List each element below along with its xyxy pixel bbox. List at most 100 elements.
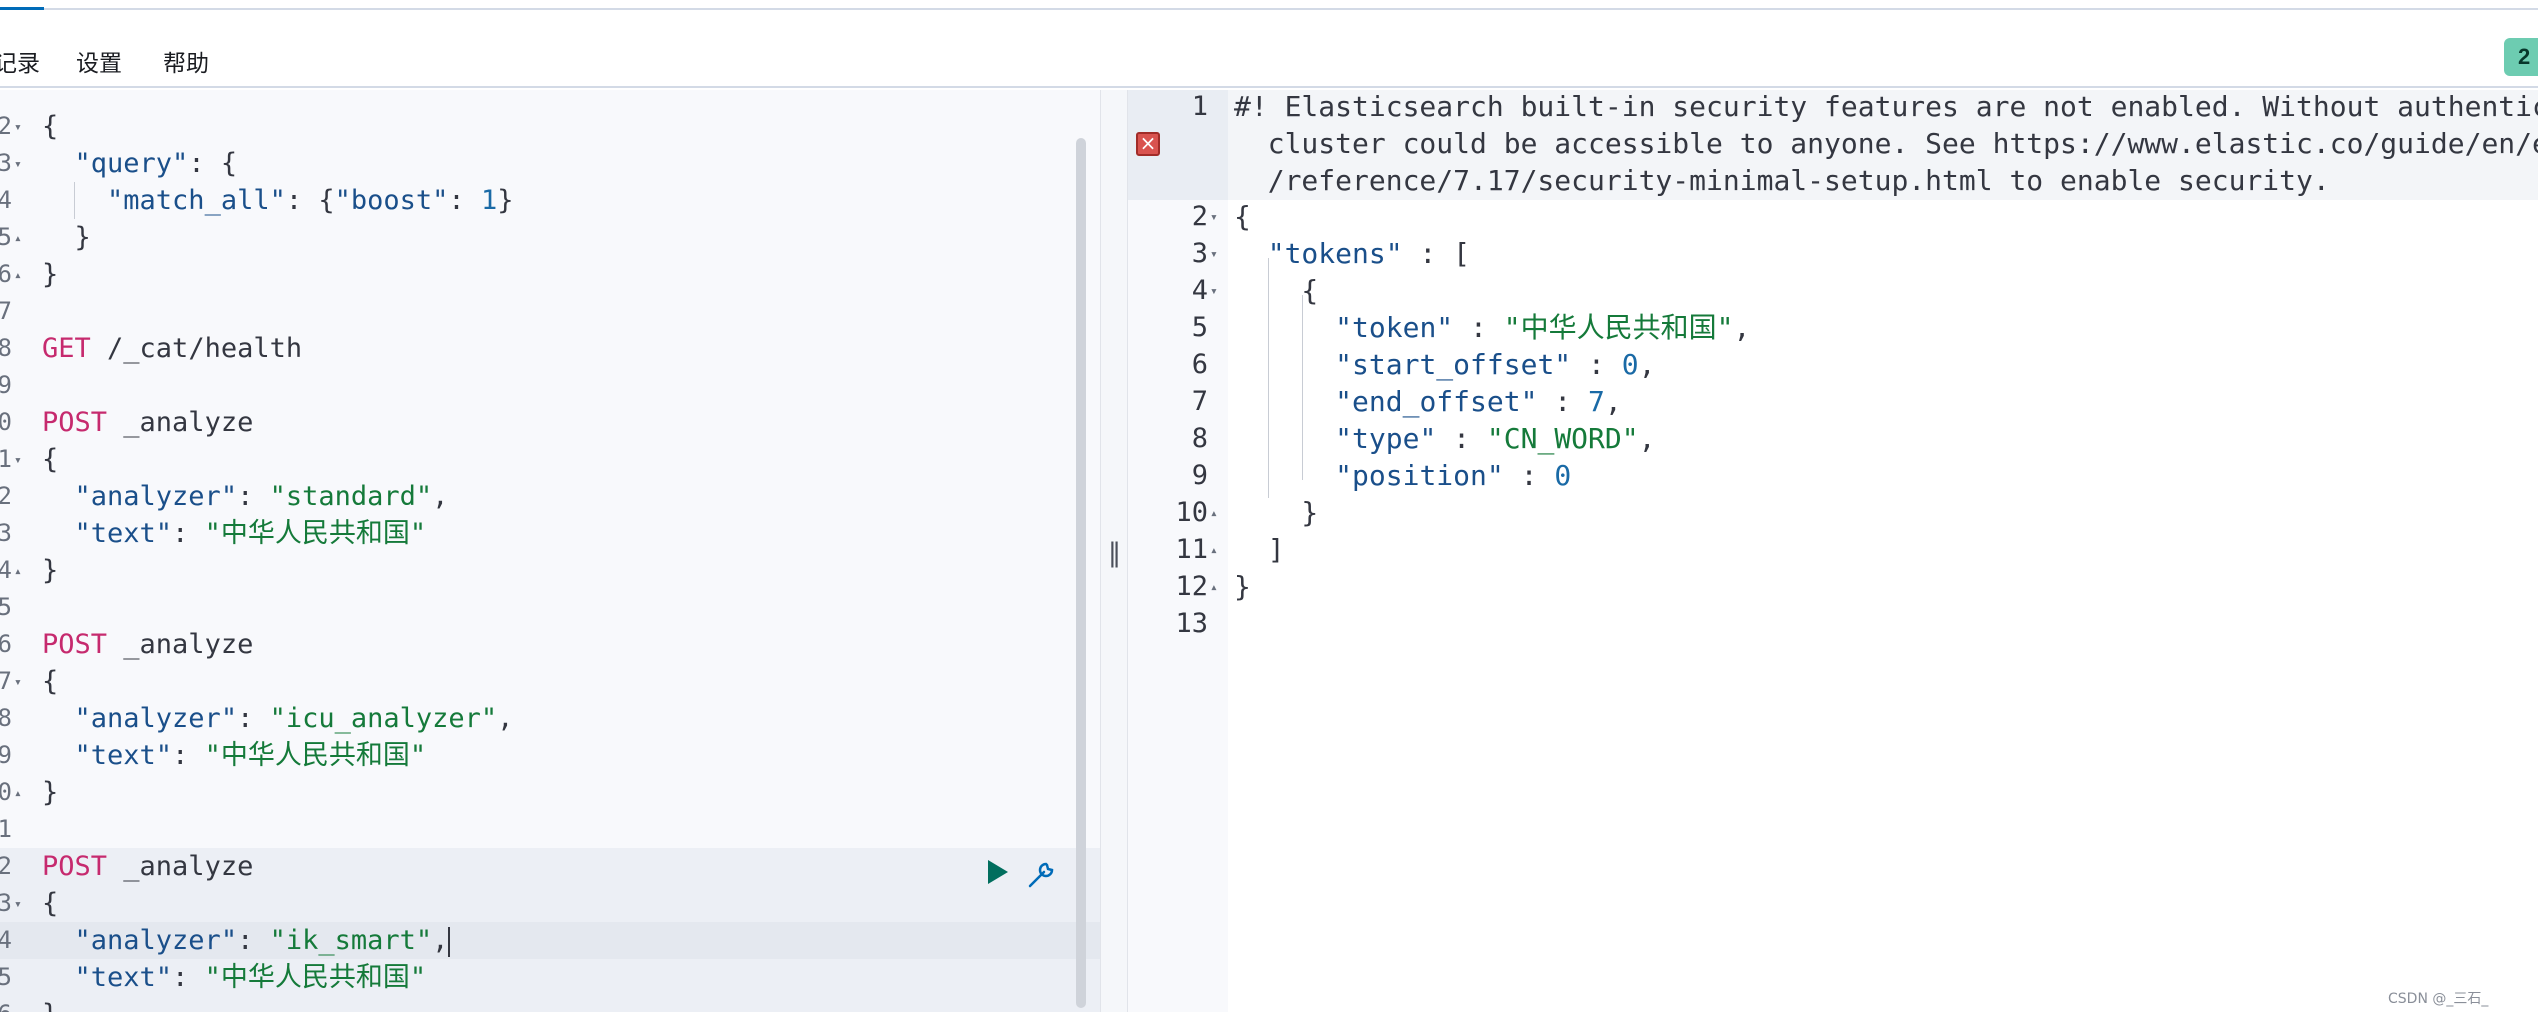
warning-text: cluster could be accessible to anyone. S… <box>1267 127 2538 160</box>
tab-strip <box>0 0 2538 10</box>
fold-toggle-icon[interactable]: ▾ <box>1210 273 1218 310</box>
code-text: { <box>1234 274 1319 307</box>
code-text: } <box>1234 496 1319 529</box>
indent-guide <box>74 182 75 219</box>
play-icon[interactable] <box>988 860 1008 884</box>
code-text: { <box>1234 200 1251 233</box>
line-number: 8 <box>0 704 12 732</box>
indent-guide <box>1268 258 1269 498</box>
editor-line[interactable]: 2 POST _analyze <box>0 848 1100 885</box>
response-line: 3 ▾ "tokens" : [ <box>1128 235 2538 272</box>
warning-text: /reference/7.17/security-minimal-setup.h… <box>1234 164 2330 197</box>
editor-line[interactable]: 7 ▾ { <box>0 663 1100 700</box>
line-number: 8 <box>1191 423 1208 454</box>
response-line: 6 "start_offset" : 0, <box>1128 346 2538 383</box>
response-line: 5 "token" : "中华人民共和国", <box>1128 309 2538 346</box>
editor-line[interactable]: 9 "text": "中华人民共和国" <box>0 737 1100 774</box>
fold-toggle-icon[interactable]: ▾ <box>14 664 22 701</box>
editor-line[interactable]: 3 ▾ "query": { <box>0 145 1100 182</box>
fold-toggle-icon[interactable]: ▴ <box>14 220 22 257</box>
editor-line[interactable]: 5 <box>0 589 1100 626</box>
settings-menu[interactable]: 设置 <box>76 44 122 78</box>
editor-scrollbar[interactable] <box>1076 138 1086 1008</box>
line-number: 13 <box>1175 608 1208 639</box>
line-number: 9 <box>0 371 12 399</box>
editor-line[interactable]: 0 POST _analyze <box>0 404 1100 441</box>
fold-toggle-icon[interactable]: ▴ <box>14 775 22 812</box>
warning-line: 1 #! Elasticsearch built-in security feat… <box>1128 90 2538 125</box>
code-text: } <box>42 996 58 1012</box>
fold-toggle-icon[interactable]: ▾ <box>1210 236 1218 273</box>
code-text: "start_offset" : 0, <box>1335 348 1656 381</box>
editor-line[interactable]: 3 "text": "中华人民共和国" <box>0 515 1100 552</box>
editor-line[interactable]: 4 "match_all": {"boost": 1} <box>0 182 1100 219</box>
editor-line[interactable]: 2 ▾ { <box>0 108 1100 145</box>
line-number: 0 <box>0 778 12 806</box>
fold-toggle-icon[interactable]: ▴ <box>14 553 22 590</box>
history-menu[interactable]: 记录 <box>0 44 40 78</box>
editor-line[interactable]: 6▴} <box>0 256 1100 293</box>
indent-guide <box>1302 295 1303 480</box>
line-number: 0 <box>0 408 12 436</box>
editor-line[interactable]: 8 "analyzer": "icu_analyzer", <box>0 700 1100 737</box>
code-text: POST _analyze <box>42 629 254 660</box>
editor-line[interactable]: 5 ▴ } <box>0 219 1100 256</box>
editor-line[interactable]: 8 GET /_cat/health <box>0 330 1100 367</box>
editor-line[interactable]: 1 <box>0 811 1100 848</box>
code-text: } <box>42 259 59 290</box>
code-text: } <box>42 555 59 586</box>
line-number: 10 <box>1175 497 1208 528</box>
editor-line[interactable]: 6▴} <box>0 996 1100 1012</box>
active-tab-indicator <box>0 0 44 10</box>
line-number: 5 <box>0 223 12 251</box>
response-line: 8 "type" : "CN_WORD", <box>1128 420 2538 457</box>
fold-toggle-icon[interactable]: ▴ <box>14 997 22 1012</box>
line-number: 1 <box>0 815 12 843</box>
fold-toggle-icon[interactable]: ▾ <box>14 886 22 923</box>
fold-toggle-icon[interactable]: ▾ <box>14 442 22 479</box>
help-menu[interactable]: 帮助 <box>163 44 209 78</box>
fold-toggle-icon[interactable]: ▾ <box>14 146 22 183</box>
editor-line[interactable]: 2 "analyzer": "standard", <box>0 478 1100 515</box>
line-number: 12 <box>1175 571 1208 602</box>
line-number: 7 <box>0 667 12 695</box>
wrench-icon[interactable] <box>1024 856 1060 892</box>
fold-toggle-icon[interactable]: ▴ <box>1210 495 1218 532</box>
line-number: 3 <box>0 889 12 917</box>
request-editor[interactable]: 2 ▾{3 ▾ "query": {4 "match_all": {"boost":… <box>0 90 1100 1012</box>
editor-line[interactable]: 1 ▾ { <box>0 441 1100 478</box>
fold-toggle-icon[interactable]: ▴ <box>1210 532 1218 569</box>
editor-line[interactable]: 7 <box>0 293 1100 330</box>
line-number: 5 <box>0 593 12 621</box>
response-line: 2 ▾ { <box>1128 198 2538 235</box>
fold-toggle-icon[interactable]: ▴ <box>14 257 22 294</box>
editor-line[interactable]: 3 ▾ { <box>0 885 1100 922</box>
editor-line[interactable]: 9 <box>0 367 1100 404</box>
code-text: { <box>42 444 59 475</box>
fold-toggle-icon[interactable]: ▾ <box>14 109 22 146</box>
line-number: 5 <box>1191 312 1208 343</box>
line-number: 2 <box>0 852 12 880</box>
code-text: "analyzer": "ik_smart", <box>74 925 451 957</box>
watermark: CSDN @_三石_ <box>2388 991 2489 1007</box>
editor-line[interactable]: 4 "analyzer": "ik_smart", <box>0 922 1100 959</box>
console-toolbar: 记录 设置 帮助 2 <box>0 10 2538 88</box>
editor-line[interactable]: 0 ▴} <box>0 774 1100 811</box>
line-number: 9 <box>0 741 12 769</box>
pane-resizer[interactable]: ‖ <box>1100 90 1128 1012</box>
editor-line[interactable]: 4 ▴} <box>0 552 1100 589</box>
editor-line[interactable]: 6 POST _analyze <box>0 626 1100 663</box>
code-text: "text": "中华人民共和国" <box>74 962 427 993</box>
code-text: "position" : 0 <box>1335 459 1572 492</box>
code-text: ] <box>1234 533 1285 566</box>
editor-line[interactable]: 5 "text": "中华人民共和国" <box>0 959 1100 996</box>
fold-toggle-icon[interactable]: ▴ <box>1210 569 1218 606</box>
fold-toggle-icon[interactable]: ▾ <box>1210 199 1218 236</box>
warning-text: #! Elasticsearch built-in security featu… <box>1234 90 2538 123</box>
code-text: "tokens" : [ <box>1267 237 1471 270</box>
line-number: 4 <box>0 926 12 954</box>
line-number: 6 <box>1191 349 1208 380</box>
line-number: 11 <box>1175 534 1208 565</box>
code-text: "match_all": {"boost": 1} <box>107 185 514 216</box>
response-line: 10 ▴ } <box>1128 494 2538 531</box>
